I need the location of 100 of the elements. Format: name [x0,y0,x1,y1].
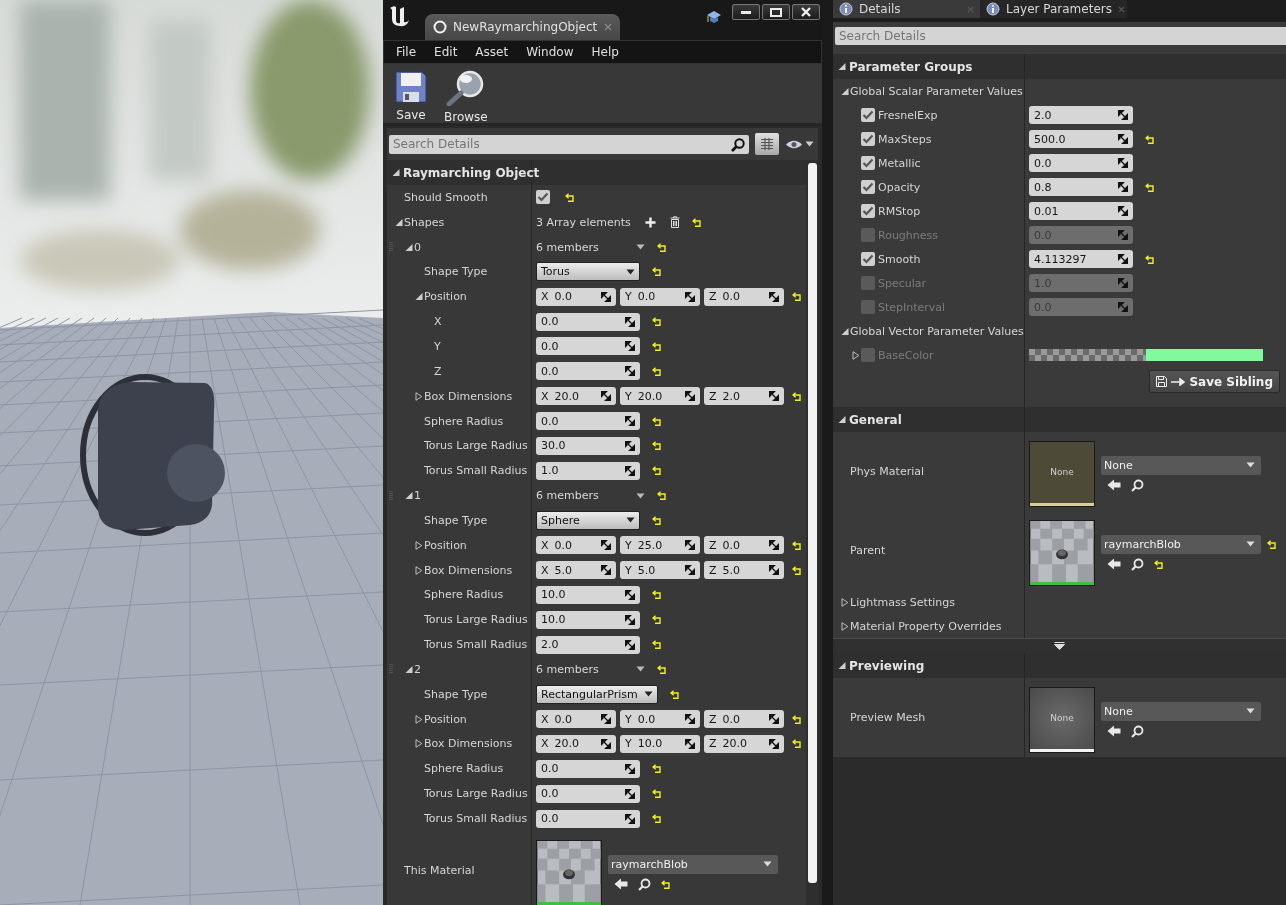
reset-icon[interactable] [652,640,661,650]
expander-arrow-icon[interactable] [415,714,423,724]
asset-dropdown[interactable]: None [1101,455,1261,475]
checkbox[interactable] [861,132,875,146]
vector-component-field[interactable]: X 0.0 [536,536,616,555]
vector-component-field[interactable]: X 20.0 [536,387,616,406]
color-swatch[interactable] [1029,349,1263,361]
reset-icon[interactable] [652,317,661,327]
shape-type-dropdown[interactable]: RectangularPrism [536,684,658,704]
reset-icon[interactable] [652,441,661,451]
document-tab[interactable]: NewRaymarchingObject [425,14,620,40]
checkbox[interactable] [861,180,875,194]
reset-icon[interactable] [652,342,661,351]
category-header[interactable]: Previewing [849,658,925,673]
expander-arrow-icon[interactable] [415,565,423,575]
number-field[interactable]: 0.0 [536,362,640,381]
save-sibling-button[interactable]: Save Sibling [1149,370,1280,393]
checkbox[interactable] [861,348,875,362]
number-field[interactable]: 10.0 [536,585,640,604]
search-icon[interactable] [1131,557,1144,571]
reset-icon[interactable] [565,192,574,202]
number-field[interactable]: 0.0 [536,412,640,430]
vector-component-field[interactable]: Y 20.0 [620,387,700,406]
reset-icon[interactable] [652,366,661,376]
checkbox[interactable] [861,156,875,170]
checkbox[interactable] [861,228,875,242]
number-field[interactable]: 30.0 [536,436,640,455]
vector-component-field[interactable]: X 5.0 [536,561,616,580]
search-icon[interactable] [1131,478,1144,492]
vector-component-field[interactable]: X 20.0 [536,735,616,753]
vector-component-field[interactable]: X 0.0 [536,287,616,306]
expander-arrow-icon[interactable] [415,292,423,302]
number-field[interactable]: 0.01 [1029,202,1133,220]
category-header[interactable]: General [849,412,902,427]
number-field[interactable]: 500.0 [1029,130,1133,148]
vector-component-field[interactable]: Y 5.0 [620,561,700,580]
category-header[interactable]: Parameter Groups [849,59,973,74]
menu-item[interactable]: Edit [425,43,467,61]
vector-component-field[interactable]: Z 2.0 [704,387,784,406]
category-header[interactable]: Raymarching Object [403,165,540,180]
reset-icon[interactable] [1267,539,1276,549]
expander-arrow-icon[interactable] [395,217,403,227]
number-field[interactable]: 2.0 [536,635,640,654]
empty-thumbnail[interactable]: None [1029,440,1095,507]
maximize-button[interactable] [762,4,790,20]
expander-arrow-icon[interactable] [415,391,423,401]
asset-dropdown[interactable]: raymarchBlob [608,854,778,874]
reset-icon[interactable] [657,242,666,252]
menu-item[interactable]: Help [582,43,628,61]
vector-component-field[interactable]: Y 0.0 [620,710,700,729]
menu-item[interactable]: File [387,43,426,61]
panel-tab[interactable]: Details [833,0,980,18]
expander-arrow-icon[interactable] [852,350,860,360]
reset-icon[interactable] [669,689,679,699]
vector-component-field[interactable]: Y 10.0 [620,735,700,753]
reset-icon[interactable] [792,714,801,724]
vector-component-field[interactable]: Z 0.0 [704,710,784,729]
checkbox[interactable] [861,276,875,290]
expander-arrow-icon[interactable] [838,661,846,670]
reset-icon[interactable] [652,466,661,476]
empty-thumbnail[interactable]: None [1029,686,1095,753]
vector-component-field[interactable]: Z 0.0 [704,287,784,306]
close-button[interactable] [792,4,820,20]
vector-component-field[interactable]: Y 0.0 [620,287,700,306]
checkbox[interactable] [536,190,550,205]
number-field[interactable]: 0.0 [536,759,640,778]
search-icon[interactable] [1131,724,1144,738]
number-field[interactable]: 0.8 [1029,178,1133,196]
checkbox[interactable] [861,108,875,122]
plus-icon[interactable] [644,216,656,228]
number-field[interactable]: 0.0 [1029,154,1133,172]
reset-icon[interactable] [652,789,661,799]
vector-component-field[interactable]: Z 5.0 [704,561,784,580]
number-field[interactable]: 0.0 [536,809,640,828]
reset-icon[interactable] [792,540,801,550]
engine-logo-icon[interactable] [388,4,410,28]
graduation-cap-icon[interactable] [706,10,722,24]
reset-icon[interactable] [792,739,801,749]
menu-item[interactable]: Window [517,43,583,61]
expander-arrow-icon[interactable] [405,242,413,252]
visibility-menu[interactable] [785,138,814,150]
search-icon[interactable] [638,877,651,891]
trash-icon[interactable] [669,216,680,229]
vector-component-field[interactable]: Z 20.0 [704,735,784,753]
reset-icon[interactable] [792,391,801,401]
scrollbar[interactable] [807,163,817,883]
expander-arrow-icon[interactable] [838,415,846,424]
reset-icon[interactable] [657,491,666,501]
number-field[interactable]: 0.0 [536,312,640,331]
number-field[interactable]: 0.0 [536,337,640,356]
asset-dropdown[interactable]: raymarchBlob [1101,534,1261,554]
expander-arrow-icon[interactable] [392,168,400,177]
reset-icon[interactable] [652,515,661,525]
search-field[interactable]: Search Details [835,27,1286,45]
reset-icon[interactable] [652,416,661,426]
reset-icon[interactable] [1145,182,1154,192]
reset-icon[interactable] [1145,254,1154,264]
reset-icon[interactable] [652,615,661,625]
expander-arrow-icon[interactable] [841,86,849,96]
search-field[interactable]: Search Details [389,134,749,154]
